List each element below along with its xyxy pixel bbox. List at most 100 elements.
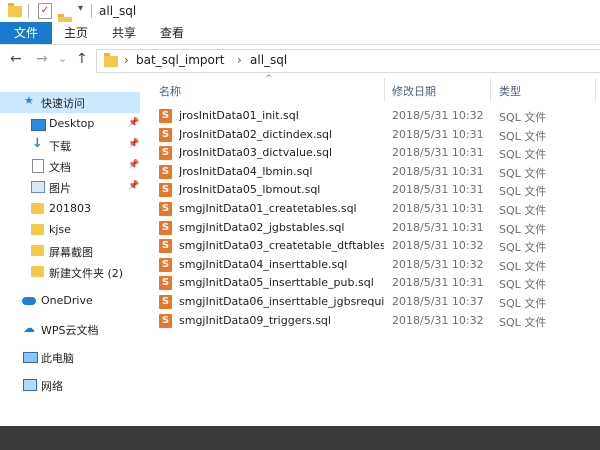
- up-button[interactable]: ↑: [76, 51, 88, 67]
- navigation-pane: ★ 快速访问 Desktop 📌 ↓ 下载 📌 文档 📌 图片 📌 201803…: [0, 78, 143, 426]
- sidebar-item-label: 文档: [49, 161, 71, 174]
- file-name[interactable]: JrosInitData05_lbmout.sql: [179, 183, 384, 196]
- sidebar-item-desktop[interactable]: Desktop 📌: [0, 114, 140, 135]
- file-name[interactable]: smgjInitData01_createtables.sql: [179, 202, 384, 215]
- sidebar-item-pictures[interactable]: 图片 📌: [0, 177, 140, 198]
- table-row[interactable]: SsmgjInitData04_inserttable.sql 2018/5/31…: [156, 256, 600, 274]
- file-name[interactable]: jrosInitData01_init.sql: [179, 109, 384, 122]
- sidebar-item-label: 下载: [49, 140, 71, 153]
- file-type: SQL 文件: [499, 315, 547, 329]
- sidebar-item-label: kjse: [49, 223, 71, 236]
- recent-locations-button[interactable]: ⌄: [58, 51, 67, 67]
- tab-home[interactable]: 主页: [64, 22, 88, 44]
- back-button[interactable]: ←: [10, 51, 22, 67]
- sql-file-icon: S: [159, 164, 172, 179]
- navigation-bar: ← → ⌄ ↑ › bat_sql_import › all_sql: [0, 45, 600, 75]
- file-name[interactable]: smgjInitData09_triggers.sql: [179, 314, 384, 327]
- file-name[interactable]: smgjInitData04_inserttable.sql: [179, 258, 384, 271]
- computer-icon: [23, 352, 38, 363]
- sidebar-item-downloads[interactable]: ↓ 下载 📌: [0, 135, 140, 156]
- sidebar-item-kjse[interactable]: kjse: [0, 220, 140, 241]
- sidebar-item-wps-cloud[interactable]: ☁ WPS云文档: [0, 319, 140, 340]
- ribbon-tabs: 文件 主页 共享 查看: [0, 22, 600, 45]
- pin-icon[interactable]: 📌: [128, 139, 139, 149]
- breadcrumb-separator[interactable]: ›: [124, 53, 129, 67]
- sql-file-icon: S: [159, 239, 172, 254]
- sidebar-item-network[interactable]: 网络: [0, 375, 140, 396]
- pin-icon[interactable]: 📌: [128, 160, 139, 170]
- file-modified-date: 2018/5/31 10:37: [392, 295, 484, 308]
- properties-icon[interactable]: ✓: [38, 3, 52, 19]
- address-bar[interactable]: › bat_sql_import › all_sql: [96, 49, 600, 73]
- star-icon: ★: [24, 94, 34, 107]
- file-type: SQL 文件: [499, 166, 547, 180]
- file-list: ^ 名称 修改日期 类型 SjrosInitData01_init.sql 201…: [148, 74, 600, 426]
- file-type: SQL 文件: [499, 259, 547, 273]
- sql-file-icon: S: [159, 146, 172, 161]
- file-type: SQL 文件: [499, 148, 547, 162]
- column-header-type[interactable]: 类型: [499, 83, 521, 99]
- sql-file-icon: S: [159, 127, 172, 142]
- breadcrumb-all-sql[interactable]: all_sql: [250, 53, 287, 67]
- sidebar-item-screenshots[interactable]: 屏幕截图: [0, 241, 140, 262]
- download-icon: ↓: [32, 136, 43, 151]
- sidebar-item-onedrive[interactable]: OneDrive: [0, 291, 140, 312]
- folder-icon: [31, 266, 44, 277]
- table-row[interactable]: S JrosInitData05_lbmout.sql 2018/5/31 10:3…: [156, 181, 600, 199]
- folder-icon: [31, 224, 44, 235]
- sidebar-item-label: OneDrive: [41, 294, 93, 307]
- file-modified-date: 2018/5/31 10:32: [392, 313, 484, 327]
- sidebar-item-quick-access[interactable]: ★ 快速访问: [0, 92, 140, 113]
- sidebar-item-new-folder-2[interactable]: 新建文件夹 (2): [0, 262, 140, 283]
- title-bar: ✓ ▾ all_sql: [0, 0, 600, 28]
- table-row[interactable]: SsmgjInitData03_createtable_dtftables. 20…: [156, 237, 600, 255]
- table-row[interactable]: S JrosInitData02_dictindex.sql 2018/5/31 1…: [156, 126, 600, 144]
- column-divider[interactable]: [490, 78, 491, 102]
- desktop-icon: [31, 119, 46, 131]
- file-modified-date: 2018/5/31 10:32: [392, 239, 484, 253]
- sidebar-item-documents[interactable]: 文档 📌: [0, 156, 140, 177]
- customize-toolbar-icon[interactable]: ▾: [78, 3, 83, 14]
- table-row[interactable]: SsmgjInitData01_createtables.sql 2018/5/3…: [156, 200, 600, 218]
- sql-file-icon: S: [159, 257, 172, 272]
- table-row[interactable]: SjrosInitData01_init.sql 2018/5/31 10:32 S…: [156, 107, 600, 125]
- tab-share[interactable]: 共享: [112, 22, 136, 44]
- breadcrumb-separator[interactable]: ›: [237, 53, 242, 67]
- sidebar-item-label: 快速访问: [41, 97, 85, 110]
- file-modified-date: 2018/5/31 10:31: [392, 276, 484, 290]
- forward-button[interactable]: →: [36, 51, 48, 67]
- sidebar-item-this-pc[interactable]: 此电脑: [0, 347, 140, 368]
- tab-file[interactable]: 文件: [0, 22, 52, 44]
- file-name[interactable]: smgjInitData06_inserttable_jgbsrequi...: [179, 295, 384, 308]
- file-name[interactable]: JrosInitData04_lbmin.sql: [179, 165, 384, 178]
- sidebar-item-label: 网络: [41, 380, 63, 393]
- column-divider[interactable]: [595, 78, 596, 102]
- pin-icon[interactable]: 📌: [128, 118, 139, 128]
- table-row[interactable]: SsmgjInitData06_inserttable_jgbsrequi...…: [156, 293, 600, 311]
- file-name[interactable]: JrosInitData03_dictvalue.sql: [179, 146, 384, 159]
- file-modified-date: 2018/5/31 10:31: [392, 127, 484, 141]
- table-row[interactable]: SsmgjInitData05_inserttable_pub.sql 2018/…: [156, 274, 600, 292]
- window-title: all_sql: [99, 4, 137, 18]
- file-name[interactable]: smgjInitData03_createtable_dtftables.: [179, 239, 384, 252]
- file-name[interactable]: smgjInitData02_jgbstables.sql: [179, 221, 384, 234]
- sidebar-item-label: 屏幕截图: [49, 246, 93, 259]
- column-header-name[interactable]: 名称: [159, 83, 181, 99]
- column-header-date[interactable]: 修改日期: [392, 83, 436, 99]
- sidebar-item-201803[interactable]: 201803: [0, 199, 140, 220]
- file-modified-date: 2018/5/31 10:32: [392, 257, 484, 271]
- table-row[interactable]: SsmgjInitData02_jgbstables.sql 2018/5/31 …: [156, 219, 600, 237]
- table-row[interactable]: S JrosInitData03_dictvalue.sql 2018/5/31 1…: [156, 144, 600, 162]
- breadcrumb-bat-sql-import[interactable]: bat_sql_import: [136, 53, 225, 67]
- divider: [28, 4, 29, 18]
- file-name[interactable]: JrosInitData02_dictindex.sql: [179, 128, 384, 141]
- pin-icon[interactable]: 📌: [128, 181, 139, 191]
- column-divider[interactable]: [384, 78, 385, 102]
- table-row[interactable]: S JrosInitData04_lbmin.sql 2018/5/31 10:31…: [156, 163, 600, 181]
- sql-file-icon: S: [159, 313, 172, 328]
- table-row[interactable]: SsmgjInitData09_triggers.sql 2018/5/31 10…: [156, 312, 600, 330]
- tab-view[interactable]: 查看: [160, 22, 184, 44]
- file-name[interactable]: smgjInitData05_inserttable_pub.sql: [179, 276, 384, 289]
- sidebar-item-label: 此电脑: [41, 352, 74, 365]
- sql-file-icon: S: [159, 202, 172, 216]
